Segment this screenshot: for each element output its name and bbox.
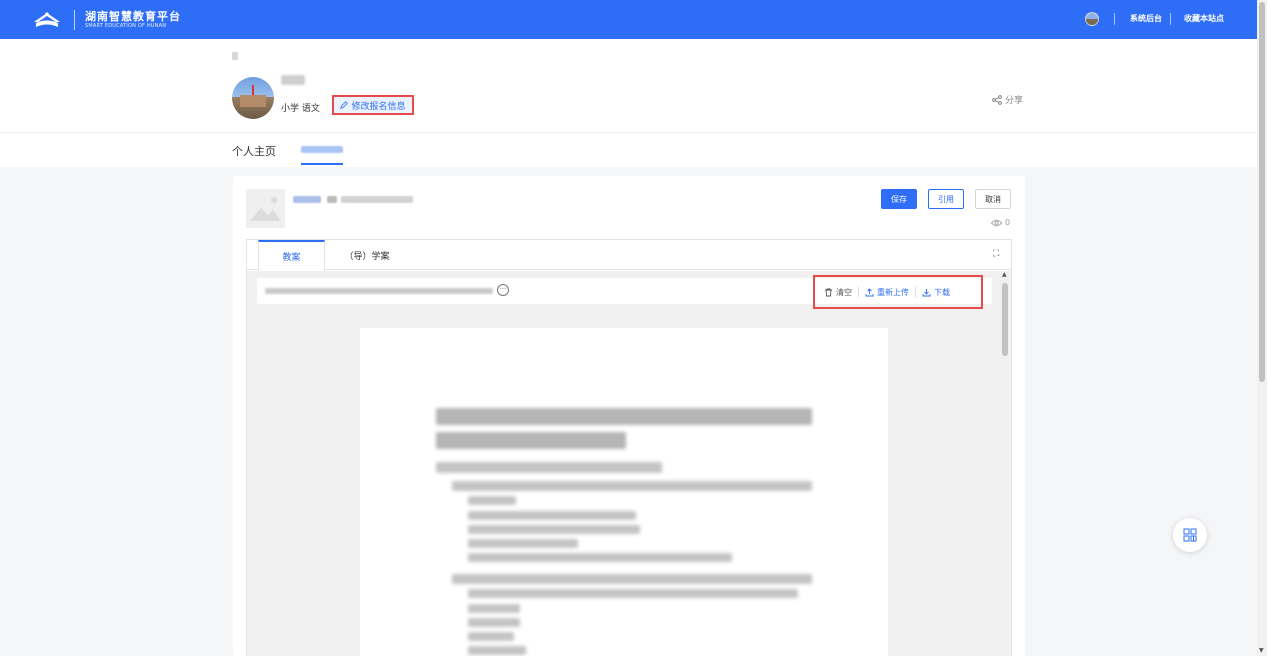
profile-subject: 小学 语文 bbox=[281, 104, 320, 114]
clear-label: 清空 bbox=[836, 287, 852, 297]
share-button[interactable]: 分享 bbox=[992, 93, 1023, 106]
eye-icon bbox=[991, 219, 1002, 226]
assistant-icon bbox=[1183, 528, 1197, 542]
action-divider bbox=[858, 287, 859, 297]
profile-avatar bbox=[232, 77, 274, 119]
document-viewer: ··· 清空 重新上传 下载 ▲ bbox=[247, 271, 1011, 656]
resource-thumbnail bbox=[246, 189, 285, 228]
file-name bbox=[265, 288, 493, 294]
scroll-up-arrow-icon[interactable]: ▲ bbox=[1002, 271, 1007, 278]
share-icon bbox=[992, 94, 1002, 105]
user-avatar[interactable] bbox=[1085, 12, 1099, 26]
document-text bbox=[468, 632, 514, 641]
trash-icon bbox=[825, 288, 832, 296]
document-text bbox=[468, 646, 526, 655]
edit-registration-label: 修改报名信息 bbox=[351, 101, 406, 112]
document-text bbox=[468, 604, 520, 613]
page-scrollbar[interactable]: ▼ bbox=[1257, 0, 1267, 656]
resource-title bbox=[327, 196, 337, 203]
breadcrumb bbox=[232, 52, 238, 60]
document-text bbox=[468, 511, 636, 520]
download-icon bbox=[922, 288, 931, 296]
view-count-value: 0 bbox=[1005, 218, 1011, 227]
tab-personal-home[interactable]: 个人主页 bbox=[232, 143, 276, 159]
resource-title bbox=[341, 196, 413, 203]
nav-divider bbox=[1114, 13, 1115, 25]
document-heading bbox=[436, 408, 812, 425]
viewer-scrollbar[interactable]: ▲ bbox=[999, 271, 1011, 656]
resource-title bbox=[293, 196, 321, 203]
floating-assistant-button[interactable] bbox=[1173, 518, 1207, 552]
document-heading bbox=[436, 432, 626, 449]
profile-header: 小学 语文 修改报名信息 分享 个人主页 bbox=[0, 39, 1257, 167]
header-divider bbox=[0, 132, 1257, 133]
document-text bbox=[468, 496, 516, 505]
reupload-label: 重新上传 bbox=[877, 287, 909, 297]
profile-name bbox=[281, 75, 305, 85]
image-placeholder-icon bbox=[250, 197, 281, 221]
admin-link[interactable]: 系统后台 bbox=[1130, 13, 1162, 24]
share-label: 分享 bbox=[1005, 96, 1024, 106]
fullscreen-icon[interactable]: ⛶ bbox=[993, 249, 999, 259]
platform-subtitle: SMART EDUCATION OF HUNAN bbox=[85, 23, 167, 29]
viewer-scrollbar-thumb[interactable] bbox=[1002, 283, 1008, 356]
tab-active-indicator bbox=[301, 163, 343, 165]
document-text bbox=[452, 574, 812, 584]
document-text bbox=[468, 553, 732, 562]
more-options-icon[interactable]: ··· bbox=[497, 284, 509, 296]
scroll-down-arrow-icon[interactable]: ▼ bbox=[1259, 647, 1264, 654]
logo-divider bbox=[74, 10, 75, 30]
document-text bbox=[468, 589, 798, 598]
action-divider bbox=[915, 287, 916, 297]
document-text bbox=[452, 481, 812, 491]
platform-logo-icon bbox=[34, 12, 60, 27]
edit-registration-button[interactable]: 修改报名信息 bbox=[332, 95, 414, 115]
download-label: 下载 bbox=[934, 287, 950, 297]
document-panel: 教案 （导）学案 ⛶ ··· 清空 重新上传 下载 ▲ bbox=[246, 239, 1012, 656]
platform-title: 湖南智慧教育平台 bbox=[85, 10, 181, 23]
document-text bbox=[468, 539, 578, 548]
upload-icon bbox=[865, 287, 874, 296]
tab-lesson-plan[interactable]: 教案 bbox=[258, 240, 325, 271]
quote-button[interactable]: 引用 bbox=[928, 189, 964, 209]
clear-button[interactable]: 清空 bbox=[824, 287, 852, 298]
document-page bbox=[360, 328, 888, 656]
resource-card: 保存 引用 取消 0 教案 （导）学案 ⛶ ··· 清空 重新上传 下载 ▲ bbox=[233, 176, 1025, 656]
reupload-button[interactable]: 重新上传 bbox=[865, 287, 909, 298]
save-button[interactable]: 保存 bbox=[881, 189, 917, 209]
tab-study-plan[interactable]: （导）学案 bbox=[337, 240, 397, 270]
edit-pencil-icon bbox=[340, 101, 349, 109]
document-tabs: 教案 （导）学案 ⛶ bbox=[247, 240, 1011, 271]
view-count: 0 bbox=[991, 218, 1010, 227]
cancel-button[interactable]: 取消 bbox=[975, 189, 1011, 209]
favorite-link[interactable]: 收藏本站点 bbox=[1184, 13, 1224, 24]
tab-active[interactable] bbox=[301, 146, 343, 153]
file-actions: 清空 重新上传 下载 bbox=[813, 275, 983, 309]
document-text bbox=[468, 618, 520, 627]
page-scrollbar-thumb[interactable] bbox=[1259, 2, 1265, 382]
document-text bbox=[468, 525, 640, 534]
document-text bbox=[436, 462, 662, 473]
nav-divider bbox=[1170, 13, 1171, 25]
top-navbar: 湖南智慧教育平台 SMART EDUCATION OF HUNAN 系统后台 收… bbox=[0, 0, 1257, 39]
download-button[interactable]: 下载 bbox=[922, 287, 950, 298]
